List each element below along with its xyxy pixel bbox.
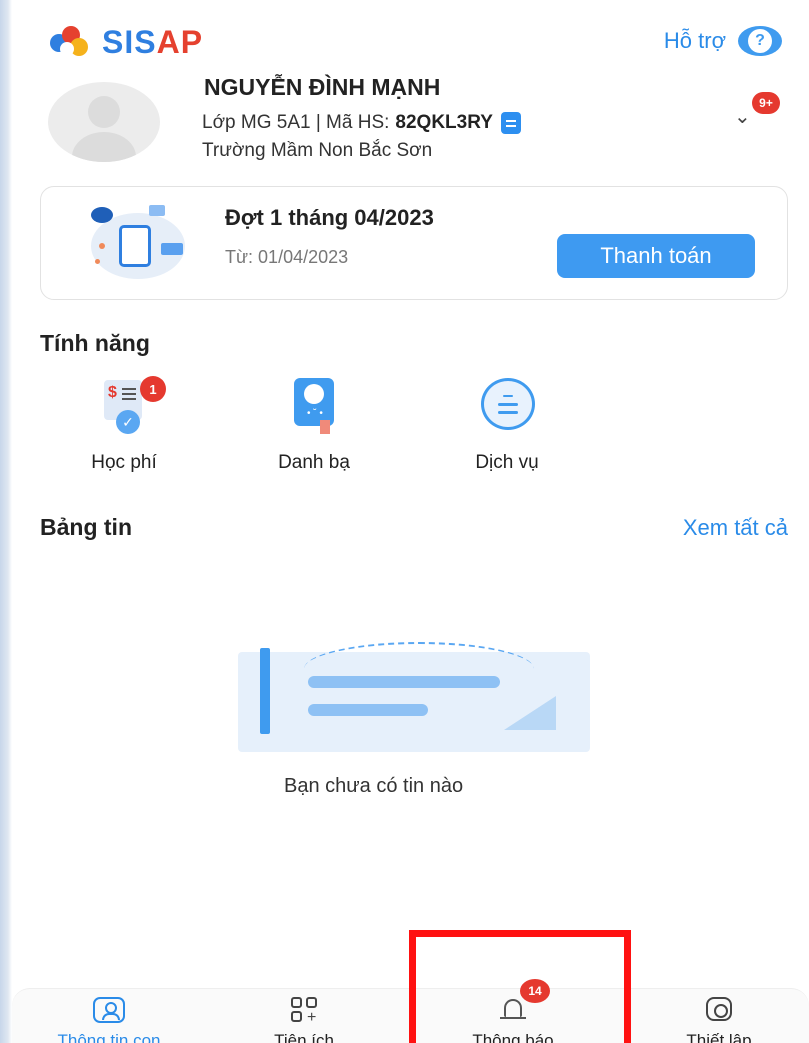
feature-label: Dịch vụ bbox=[475, 452, 539, 473]
pay-button[interactable]: Thanh toán bbox=[557, 234, 755, 278]
chevron-down-icon: ⌄ bbox=[734, 106, 751, 128]
sisap-logo: SISAP bbox=[50, 24, 203, 61]
payment-illustration-icon bbox=[81, 203, 191, 285]
tab-utilities[interactable]: + Tiện ích bbox=[254, 997, 354, 1043]
tab-settings[interactable]: Thiết lập bbox=[664, 997, 774, 1043]
see-all-link[interactable]: Xem tất cả bbox=[683, 515, 788, 541]
tuition-badge: 1 bbox=[140, 376, 166, 402]
school-name: Trường Mầm Non Bắc Sơn bbox=[202, 140, 433, 161]
feature-tuition[interactable]: $ ✓ 1 Học phí bbox=[64, 372, 184, 474]
class-info: Lớp MG 5A1 | Mã HS: 82QKL3RY bbox=[202, 112, 521, 134]
child-profile-icon bbox=[93, 997, 125, 1023]
logo-text-a: SIS bbox=[102, 24, 157, 60]
copy-icon[interactable] bbox=[500, 112, 521, 134]
feature-services[interactable]: Dịch vụ bbox=[447, 372, 567, 474]
tab-child-info[interactable]: Thông tin con bbox=[36, 997, 182, 1043]
app-header: SISAP Hỗ trợ ? bbox=[40, 18, 790, 64]
empty-inbox-illustration-icon bbox=[234, 642, 594, 754]
tab-label: Tiện ích bbox=[274, 1031, 334, 1043]
highlight-box bbox=[409, 930, 631, 1043]
feature-label: Danh bạ bbox=[278, 452, 350, 473]
support-button[interactable]: Hỗ trợ ? bbox=[664, 26, 782, 56]
help-chat-icon: ? bbox=[738, 26, 782, 56]
avatar[interactable] bbox=[48, 82, 160, 162]
logo-text-b: AP bbox=[156, 24, 204, 60]
logo-icon bbox=[50, 25, 90, 60]
tab-label: Thông tin con bbox=[57, 1031, 161, 1043]
tuition-icon: $ ✓ bbox=[104, 380, 142, 434]
contacts-icon: • ˘ • bbox=[294, 378, 334, 434]
feature-contacts[interactable]: • ˘ • Danh bạ bbox=[254, 372, 374, 474]
switch-child-dropdown[interactable]: ⌄ 9+ bbox=[730, 92, 786, 128]
tab-label: Thiết lập bbox=[686, 1031, 752, 1043]
notification-badge: 9+ bbox=[752, 92, 780, 114]
payment-card: Đợt 1 tháng 04/2023 Từ: 01/04/2023 Thanh… bbox=[40, 186, 788, 300]
empty-state-text: Bạn chưa có tin nào bbox=[284, 775, 464, 797]
payment-date: Từ: 01/04/2023 bbox=[225, 247, 349, 267]
services-icon bbox=[481, 378, 535, 430]
class-label: Lớp MG 5A1 | Mã HS: bbox=[202, 112, 390, 133]
feature-label: Học phí bbox=[91, 452, 157, 473]
student-name: NGUYỄN ĐÌNH MẠNH bbox=[204, 74, 441, 100]
student-code: 82QKL3RY bbox=[395, 112, 493, 133]
support-label: Hỗ trợ bbox=[663, 28, 726, 53]
settings-icon bbox=[704, 997, 734, 1023]
features-title: Tính năng bbox=[40, 330, 150, 356]
utilities-icon: + bbox=[289, 997, 319, 1026]
news-title: Bảng tin bbox=[40, 514, 132, 540]
payment-title: Đợt 1 tháng 04/2023 bbox=[225, 205, 434, 230]
